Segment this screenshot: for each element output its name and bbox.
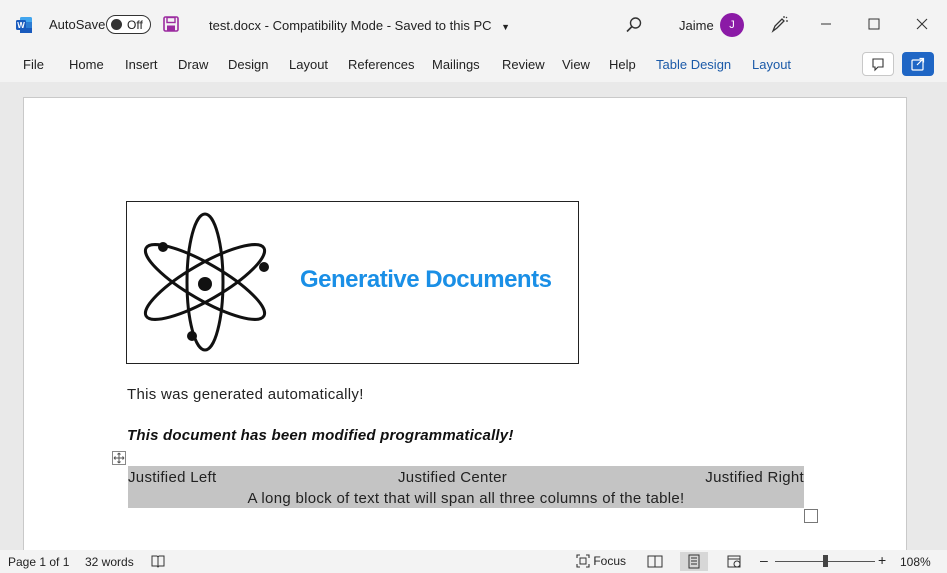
avatar[interactable]: J [720,13,744,37]
read-mode-button[interactable] [641,552,669,571]
print-layout-button[interactable] [680,552,708,571]
page-indicator[interactable]: Page 1 of 1 [8,555,69,569]
close-icon[interactable] [910,12,934,36]
word-logo-icon: W [16,17,32,33]
chevron-down-icon: ▼ [501,22,511,32]
focus-icon [576,554,590,568]
tab-help[interactable]: Help [609,57,636,72]
tab-mailings[interactable]: Mailings [432,57,480,72]
pen-icon[interactable] [770,15,788,33]
tab-draw[interactable]: Draw [178,57,208,72]
document-title[interactable]: test.docx - Compatibility Mode - Saved t… [209,18,510,33]
brand-title: Generative Documents [300,266,552,293]
zoom-level[interactable]: 108% [900,555,931,569]
tab-references[interactable]: References [348,57,414,72]
print-layout-icon [688,554,700,569]
autosave-label: AutoSave [49,17,106,32]
paragraph-generated: This was generated automatically! [127,386,364,403]
share-button[interactable] [902,52,934,76]
zoom-in-button[interactable]: + [878,552,886,568]
maximize-icon[interactable] [862,12,886,36]
read-mode-icon [647,555,663,568]
header-logo-box[interactable]: Generative Documents [126,201,579,364]
table-cell-center: Justified Center [398,469,508,486]
autosave-state: Off [127,18,143,32]
table-cell-span: A long block of text that will span all … [247,490,685,507]
word-count[interactable]: 32 words [85,555,134,569]
user-name[interactable]: Jaime [679,18,714,33]
search-icon[interactable] [625,16,643,34]
tab-table-design[interactable]: Table Design [656,57,731,72]
web-layout-button[interactable] [720,552,748,571]
table-resize-handle[interactable] [804,509,818,523]
tab-table-layout[interactable]: Layout [752,57,791,72]
focus-label: Focus [593,553,627,568]
tab-insert[interactable]: Insert [125,57,158,72]
svg-text:W: W [17,21,25,30]
document-canvas[interactable]: Generative Documents This was generated … [0,82,947,557]
tab-layout[interactable]: Layout [289,57,328,72]
zoom-slider-thumb[interactable] [823,555,828,567]
save-icon[interactable] [163,16,179,32]
tab-file[interactable]: File [23,57,44,72]
table-cell-left: Justified Left [128,469,217,486]
proofing-book-icon[interactable] [150,554,166,568]
document-table[interactable]: Justified Left Justified Center Justifie… [128,466,804,508]
focus-button[interactable]: Focus [576,553,626,568]
minimize-icon[interactable] [815,12,839,36]
table-move-handle[interactable] [112,451,126,465]
web-layout-icon [727,555,741,568]
move-arrows-icon [113,452,125,464]
ribbon-tabs: File Home Insert Draw Design Layout Refe… [0,48,947,82]
zoom-out-button[interactable]: – [760,552,768,568]
paragraph-modified: This document has been modified programm… [127,427,514,444]
document-title-text: test.docx - Compatibility Mode - Saved t… [209,18,492,33]
share-icon [911,57,925,71]
tab-review[interactable]: Review [502,57,545,72]
table-cell-right: Justified Right [705,469,804,486]
tab-design[interactable]: Design [228,57,268,72]
atom-logo-icon [143,212,269,352]
autosave-toggle[interactable]: Off [106,15,151,34]
status-bar: Page 1 of 1 32 words Focus – + 108% [0,550,947,573]
tab-view[interactable]: View [562,57,590,72]
comment-icon [872,58,884,72]
toggle-knob [111,19,122,30]
title-bar: W AutoSave Off test.docx - Compatibility… [0,0,947,48]
comments-button[interactable] [862,52,894,76]
tab-home[interactable]: Home [69,57,104,72]
document-page[interactable]: Generative Documents This was generated … [23,97,907,557]
